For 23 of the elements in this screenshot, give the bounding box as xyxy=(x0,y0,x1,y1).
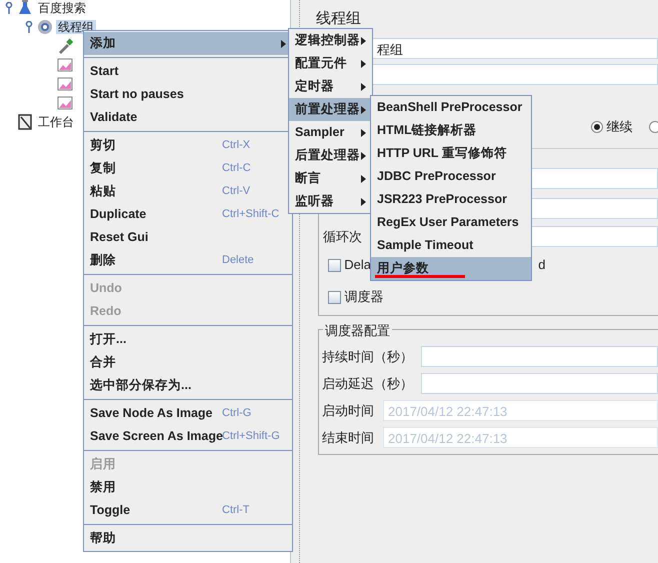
shortcut-text: Delete xyxy=(222,253,254,268)
checkbox-label: 调度器 xyxy=(344,288,384,306)
date-field: 2017/04/12 22:47:13 xyxy=(383,400,658,421)
field-label: 启动延迟（秒） xyxy=(322,374,414,393)
field-label: 结束时间 xyxy=(322,428,375,447)
shortcut-text: Ctrl+Shift-C xyxy=(222,207,280,222)
radio-label: 继续 xyxy=(606,118,632,136)
shortcut-text: Ctrl-V xyxy=(222,184,250,200)
shortcut-text: Ctrl-C xyxy=(222,161,251,176)
panel-title: 线程组 xyxy=(316,9,362,29)
menu-item: Redo xyxy=(89,303,122,320)
menu-item: 启用 xyxy=(89,456,117,474)
shortcut-text: Ctrl-G xyxy=(222,406,252,422)
loop-count-label: 循环次 xyxy=(323,228,362,246)
field-label: 启动时间 xyxy=(322,402,375,420)
shortcut-text: Ctrl+Shift-G xyxy=(222,429,280,442)
menu-item: Undo xyxy=(89,280,123,298)
date-field: 2017/04/12 22:47:13 xyxy=(383,427,658,448)
shortcut-text: Ctrl-T xyxy=(222,503,250,518)
shortcut-text: Ctrl-X xyxy=(222,138,250,154)
checkbox-label: Dela xyxy=(344,256,371,274)
field-label: 持续时间（秒） xyxy=(322,348,414,366)
checkbox-label: d xyxy=(538,256,546,274)
